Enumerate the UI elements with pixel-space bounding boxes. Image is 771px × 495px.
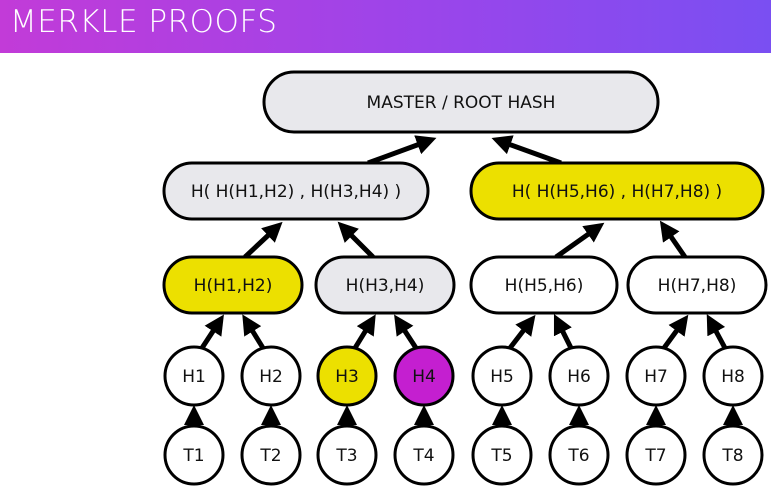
hash-node-3: H3 <box>316 345 378 407</box>
edge-l1-1-root <box>367 135 437 166</box>
level1-node-1: H( H(H1,H2) , H(H3,H4) ) <box>162 161 430 221</box>
tx-node-2-label: T2 <box>259 446 281 466</box>
edge-h1-l2 <box>199 314 224 350</box>
hash-node-4-label: H4 <box>412 367 436 387</box>
level1-node-2-label: H( H(H5,H6) , H(H7,H8) ) <box>512 182 722 202</box>
hash-node-2-label: H2 <box>259 367 283 387</box>
hash-node-1: H1 <box>163 345 225 407</box>
tree-nodes: MASTER / ROOT HASH H( H(H1,H2) , H(H3,H4)… <box>162 70 768 486</box>
edge-l1-2-root <box>491 135 562 166</box>
level2-node-3-label: H(H5,H6) <box>505 276 584 296</box>
merkle-tree-diagram: MASTER / ROOT HASH H( H(H1,H2) , H(H3,H4)… <box>162 70 768 486</box>
edge-h8-l2 <box>706 314 728 350</box>
edge-h4-l2 <box>394 314 419 350</box>
tx-node-1: T1 <box>163 424 225 486</box>
level2-node-2: H(H3,H4) <box>314 255 456 315</box>
root-hash-node-label: MASTER / ROOT HASH <box>367 93 556 113</box>
tx-node-7-label: T7 <box>644 446 666 466</box>
level1-node-1-label: H( H(H1,H2) , H(H3,H4) ) <box>191 182 401 202</box>
tx-node-5-label: T5 <box>490 446 512 466</box>
tx-node-6: T6 <box>548 424 610 486</box>
tx-node-2: T2 <box>240 424 302 486</box>
edge-l2-3-l1 <box>554 222 605 260</box>
hash-node-6: H6 <box>548 345 610 407</box>
tx-node-8-label: T8 <box>721 446 743 466</box>
edge-h7-l2 <box>661 314 689 350</box>
hash-node-6-label: H6 <box>567 367 591 387</box>
edge-h5-l2 <box>508 314 536 350</box>
hash-node-3-label: H3 <box>335 367 359 387</box>
level2-node-1: H(H1,H2) <box>162 255 304 315</box>
hash-node-5-label: H5 <box>490 367 514 387</box>
level2-node-4-label: H(H7,H8) <box>658 276 737 296</box>
tx-node-3-label: T3 <box>335 446 357 466</box>
level2-node-2-label: H(H3,H4) <box>346 276 425 296</box>
tx-node-5: T5 <box>471 424 533 486</box>
tx-node-3: T3 <box>316 424 378 486</box>
level2-node-1-label: H(H1,H2) <box>194 276 273 296</box>
hash-node-8: H8 <box>702 345 764 407</box>
edge-l2-1-l1 <box>243 221 283 259</box>
tx-node-4: T4 <box>393 424 455 486</box>
hash-node-8-label: H8 <box>721 367 745 387</box>
level1-node-2: H( H(H5,H6) , H(H7,H8) ) <box>469 161 765 221</box>
edge-h2-l2 <box>242 314 266 350</box>
edge-h3-l2 <box>352 314 376 350</box>
hash-node-2: H2 <box>240 345 302 407</box>
tx-node-4-label: T4 <box>412 446 434 466</box>
level2-node-4: H(H7,H8) <box>626 255 768 315</box>
tx-node-7: T7 <box>625 424 687 486</box>
edge-l2-2-l1 <box>337 221 375 259</box>
tx-node-1-label: T1 <box>182 446 204 466</box>
root-hash-node: MASTER / ROOT HASH <box>262 70 660 134</box>
hash-node-4: H4 <box>393 345 455 407</box>
hash-node-7: H7 <box>625 345 687 407</box>
edge-h6-l2 <box>553 313 574 350</box>
hash-node-5: H5 <box>471 345 533 407</box>
tx-node-8: T8 <box>702 424 764 486</box>
tx-node-6-label: T6 <box>567 446 589 466</box>
edge-l2-4-l1 <box>659 220 688 259</box>
level2-node-3: H(H5,H6) <box>469 255 619 315</box>
hash-node-7-label: H7 <box>644 367 668 387</box>
hash-node-1-label: H1 <box>182 367 206 387</box>
